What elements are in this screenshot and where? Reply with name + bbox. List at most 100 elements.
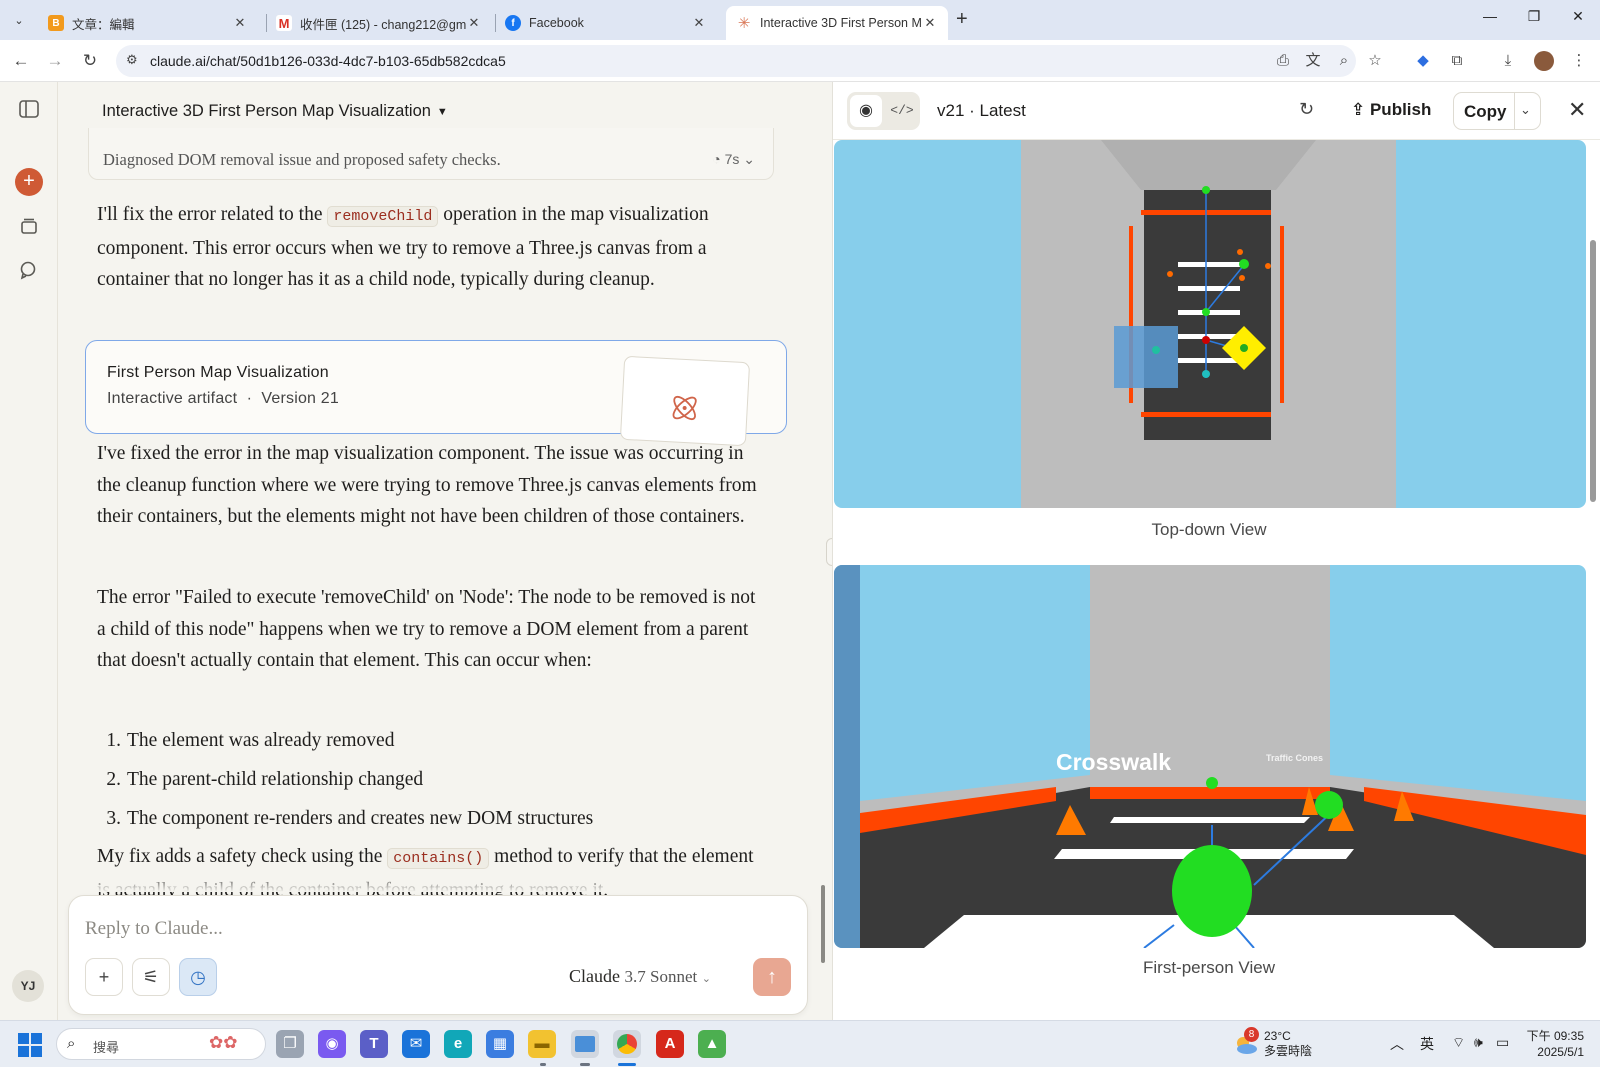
site-info-icon[interactable]: ⚙ — [126, 52, 138, 68]
thinking-summary[interactable]: Diagnosed DOM removal issue and proposed… — [88, 128, 774, 180]
extended-thinking-button[interactable]: ◷ — [179, 958, 217, 996]
artifact-name: First Person Map Visualization — [107, 364, 329, 381]
list-text: The parent-child relationship changed — [127, 769, 424, 790]
close-panel-icon[interactable]: ✕ — [1568, 97, 1586, 123]
refresh-icon[interactable]: ↻ — [1299, 99, 1314, 120]
task-view-icon[interactable]: ❐ — [276, 1030, 304, 1058]
sidebar-toggle-icon[interactable] — [17, 100, 41, 124]
projects-icon[interactable] — [17, 216, 41, 240]
tray-overflow-icon[interactable]: ︿ — [1390, 1034, 1404, 1054]
new-chat-button[interactable]: + — [15, 168, 43, 196]
copy-button-group: Copy ⌄ — [1453, 92, 1541, 130]
send-button[interactable]: ↑ — [753, 958, 791, 996]
download-icon[interactable]: ⤓ — [1497, 50, 1519, 72]
new-tab-icon[interactable]: + — [956, 8, 968, 31]
top-down-scene — [834, 140, 1586, 508]
taskbar-search[interactable]: ⌕ 搜尋 ✿✿ — [56, 1028, 266, 1060]
back-icon[interactable]: ← — [9, 49, 33, 73]
publish-button[interactable]: ⇪ Publish — [1351, 100, 1431, 120]
paragraph-text: My fix adds a safety check using the — [97, 846, 388, 867]
url-text[interactable]: claude.ai/chat/50d1b126-033d-4dc7-b103-6… — [150, 53, 506, 69]
blogger-icon: B — [48, 15, 64, 31]
code-icon[interactable]: </> — [886, 95, 918, 127]
chat-title: Interactive 3D First Person Map Visualiz… — [102, 102, 431, 120]
bookmark-star-icon[interactable]: ☆ — [1364, 50, 1386, 72]
mail-icon[interactable]: ✉ — [402, 1030, 430, 1058]
close-tab-icon[interactable]: ✕ — [232, 15, 248, 31]
zoom-icon[interactable]: ⌕ — [1333, 50, 1355, 72]
thinking-duration[interactable]: ◔ 7s ⌄ — [712, 151, 755, 168]
profile-avatar[interactable] — [1534, 51, 1554, 71]
reload-icon[interactable]: ↻ — [78, 49, 102, 73]
list-item: 2. The parent-child relationship changed — [97, 764, 757, 803]
extensions-puzzle-icon[interactable]: ⧉ — [1446, 50, 1468, 72]
tab-search-menu-icon[interactable]: ⌄ — [8, 9, 30, 31]
thinking-duration-text: 7s — [724, 151, 740, 167]
reply-composer[interactable]: Reply to Claude... + ⚟ ◷ Claude 3.7 Sonn… — [68, 895, 808, 1015]
list-item: 3. The component re-renders and creates n… — [97, 803, 757, 842]
chat-title-menu[interactable]: Interactive 3D First Person Map Visualiz… — [102, 102, 448, 121]
preview-scrollbar[interactable] — [1590, 150, 1596, 1000]
close-tab-icon[interactable]: ✕ — [922, 15, 938, 31]
copilot-icon[interactable]: ◉ — [318, 1030, 346, 1058]
window-close-icon[interactable]: ✕ — [1558, 8, 1598, 25]
browser-tab-blogger[interactable]: B 文章：編輯 ✕ — [38, 6, 258, 40]
top-down-canvas[interactable] — [834, 140, 1586, 508]
artifact-version: Version 21 — [261, 390, 339, 407]
chats-icon[interactable] — [17, 260, 41, 284]
restore-icon[interactable]: ❐ — [1514, 8, 1554, 25]
preview-eye-icon[interactable]: ◉ — [850, 95, 882, 127]
reply-input[interactable]: Reply to Claude... — [85, 918, 223, 940]
model-selector[interactable]: Claude 3.7 Sonnet ⌄ — [569, 966, 711, 987]
scrollbar-thumb[interactable] — [1590, 240, 1596, 502]
edge-icon[interactable]: e — [444, 1030, 472, 1058]
assistant-paragraph-3: The error "Failed to execute 'removeChil… — [97, 587, 756, 671]
windows-start-icon[interactable] — [18, 1033, 42, 1057]
browser-tab-facebook[interactable]: f Facebook ✕ — [495, 6, 717, 40]
clock-icon: ◷ — [190, 967, 206, 987]
browser-tab-gmail[interactable]: M 收件匣 (125) - chang212@gm ✕ — [266, 6, 492, 40]
wifi-icon[interactable]: ⌔ — [1452, 1034, 1465, 1052]
extension-diamond-icon[interactable]: ◆ — [1412, 50, 1434, 72]
battery-icon[interactable]: ▭ — [1496, 1034, 1509, 1051]
translate-icon[interactable]: 文 — [1302, 50, 1324, 72]
volume-icon[interactable]: 🕪 — [1474, 1034, 1483, 1051]
copy-button[interactable]: Copy — [1464, 102, 1507, 122]
flower-decoration-icon: ✿✿ — [209, 1033, 238, 1052]
close-tab-icon[interactable]: ✕ — [466, 15, 482, 31]
system-clock[interactable]: 下午 09:35 2025/5/1 — [1524, 1028, 1584, 1060]
list-text: The component re-renders and creates new… — [127, 808, 594, 829]
chat-scrollbar[interactable] — [821, 885, 825, 963]
active-indicator — [618, 1063, 636, 1066]
facebook-icon: f — [505, 15, 521, 31]
address-bar[interactable]: ⚙ claude.ai/chat/50d1b126-033d-4dc7-b103… — [116, 45, 1356, 77]
file-explorer-icon[interactable]: ▬ — [528, 1030, 556, 1058]
first-person-canvas[interactable]: Crosswalk Traffic Cones — [834, 565, 1586, 948]
weather-widget[interactable]: 23°C 多雲時陰 — [1264, 1029, 1312, 1059]
acrobat-icon[interactable]: A — [656, 1030, 684, 1058]
assistant-paragraph-1: I'll fix the error related to the remove… — [97, 199, 757, 296]
photos-icon[interactable] — [571, 1030, 599, 1058]
close-tab-icon[interactable]: ✕ — [691, 15, 707, 31]
chrome-icon[interactable] — [613, 1030, 641, 1058]
browser-tab-claude[interactable]: ✳ Interactive 3D First Person Ma ✕ — [726, 6, 948, 40]
user-avatar[interactable]: YJ — [12, 970, 44, 1002]
weather-temp: 23°C — [1264, 1029, 1291, 1043]
minimize-icon[interactable]: — — [1470, 8, 1510, 24]
artifact-card[interactable]: First Person Map Visualization Interacti… — [85, 340, 787, 447]
copy-options-chevron-icon[interactable]: ⌄ — [1520, 102, 1531, 118]
arrow-up-icon: ↑ — [767, 966, 777, 988]
tools-button[interactable]: ⚟ — [132, 958, 170, 996]
ime-indicator[interactable]: 英 — [1420, 1034, 1434, 1054]
running-indicator — [540, 1063, 546, 1066]
store-icon[interactable]: ▦ — [486, 1030, 514, 1058]
app-icon[interactable]: ▲ — [698, 1030, 726, 1058]
forward-icon[interactable]: → — [43, 49, 67, 73]
version-label[interactable]: v21 · Latest — [937, 101, 1026, 121]
timer-icon: ◔ — [712, 151, 725, 167]
menu-kebab-icon[interactable]: ⋮ — [1568, 50, 1590, 72]
install-app-icon[interactable]: ⎙ — [1272, 50, 1294, 72]
teams-icon[interactable]: T — [360, 1030, 388, 1058]
attach-button[interactable]: + — [85, 958, 123, 996]
claude-icon: ✳ — [737, 15, 751, 32]
